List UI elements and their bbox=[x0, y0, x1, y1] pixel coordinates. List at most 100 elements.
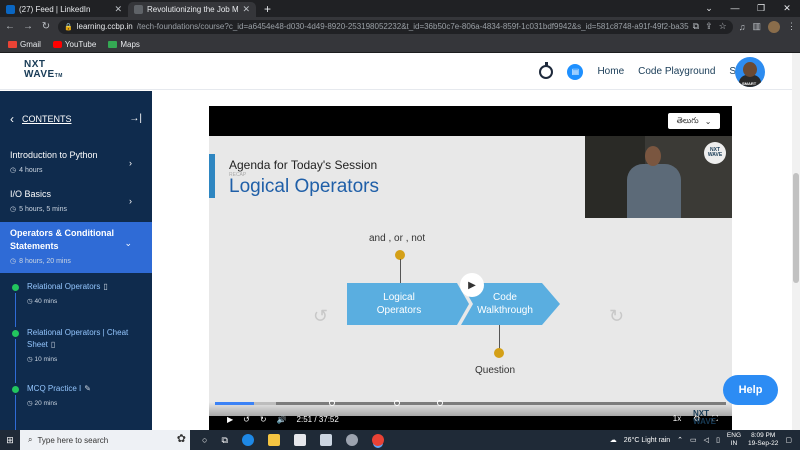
browser-tab-active[interactable]: Revolutionizing the Job Market | ✕ bbox=[128, 2, 256, 17]
mail-icon[interactable] bbox=[319, 434, 332, 446]
played-bar bbox=[215, 402, 255, 405]
store-icon[interactable] bbox=[293, 434, 306, 446]
timer-icon[interactable] bbox=[539, 61, 554, 79]
center-play-button[interactable]: ▶ bbox=[460, 273, 484, 297]
sub-item-relational-operators-cheat-sheet[interactable]: Relational Operators | Cheat Sheet ▯ ◷ 10… bbox=[0, 319, 152, 383]
windows-start-icon[interactable]: ⊞ bbox=[0, 435, 20, 446]
language-select[interactable]: తెలుగు ⌄ bbox=[668, 113, 720, 129]
taskbar-clock[interactable]: 8:09 PM 19-Sep-22 bbox=[748, 432, 778, 448]
chevron-right-icon: › bbox=[129, 158, 132, 168]
back-arrow-icon[interactable]: ← bbox=[4, 21, 16, 32]
chat-icon[interactable]: ▤ bbox=[567, 63, 584, 80]
chevron-right-icon: › bbox=[129, 196, 132, 206]
share-icon[interactable]: ⇪ bbox=[705, 21, 713, 32]
diagram-pin-bottom bbox=[494, 348, 504, 358]
close-tab-icon[interactable]: ✕ bbox=[114, 4, 122, 15]
completed-check-icon bbox=[12, 386, 19, 393]
module-operators-conditional-statements[interactable]: Operators & Conditional Statements ◷ 8 ho… bbox=[0, 222, 152, 273]
completed-check-icon bbox=[12, 284, 19, 291]
battery-icon[interactable]: ▯ bbox=[716, 436, 720, 444]
edge-icon[interactable] bbox=[241, 434, 254, 446]
forward-arrow-icon[interactable]: → bbox=[22, 21, 34, 32]
gmail-icon bbox=[8, 40, 17, 48]
volume-tray-icon[interactable]: ◁ bbox=[704, 436, 709, 444]
profile-avatar-icon[interactable] bbox=[768, 20, 780, 33]
language-indicator[interactable]: ENG IN bbox=[727, 432, 741, 448]
chapter-marker[interactable] bbox=[394, 400, 400, 406]
module-io-basics[interactable]: I/O Basics ◷ 5 hours, 5 mins › bbox=[0, 184, 152, 222]
weather-text[interactable]: 26°C Light rain bbox=[624, 437, 670, 444]
chrome-icon[interactable] bbox=[371, 434, 384, 446]
avatar[interactable]: SMART bbox=[735, 57, 765, 87]
cortana-icon[interactable]: ○ bbox=[202, 435, 207, 445]
open-in-app-icon[interactable]: ⧉ bbox=[693, 21, 699, 32]
side-panel-icon[interactable]: ▥ bbox=[752, 21, 761, 32]
close-tab-icon[interactable]: ✕ bbox=[242, 4, 250, 15]
nav-code-playground-link[interactable]: Code Playground bbox=[638, 66, 715, 77]
node-logical-operators: Logical Operators bbox=[376, 292, 422, 316]
video-player[interactable]: తెలుగు ⌄ Agenda for Today's Session RECA… bbox=[209, 106, 732, 430]
volume-icon[interactable]: 🔊 bbox=[277, 415, 287, 424]
menu-kebab-icon[interactable]: ⋮ bbox=[787, 21, 796, 32]
nav-home-link[interactable]: Home bbox=[597, 66, 624, 77]
file-explorer-icon[interactable] bbox=[267, 434, 280, 446]
maximize-button[interactable]: ❐ bbox=[748, 0, 774, 17]
bookmark-star-icon[interactable]: ☆ bbox=[719, 21, 727, 32]
video-watermark: NXT WAVE bbox=[693, 409, 716, 426]
sub-item-relational-operators[interactable]: Relational Operators ▯ ◷ 40 mins bbox=[0, 273, 152, 327]
diagram-bottom-label: Question bbox=[475, 365, 516, 376]
cam-logo: NXT WAVE bbox=[704, 142, 726, 164]
rewind-icon[interactable]: ↺ bbox=[243, 415, 250, 424]
weather-icon[interactable]: ☁ bbox=[610, 436, 617, 444]
collapse-sidebar-icon[interactable]: →| bbox=[129, 113, 142, 124]
tray-chevron-up-icon[interactable]: ⌃ bbox=[677, 436, 683, 444]
bookmark-youtube[interactable]: YouTube bbox=[52, 40, 96, 49]
close-window-button[interactable]: ✕ bbox=[774, 0, 800, 17]
nxtwave-logo[interactable]: NXT WAVETM bbox=[24, 60, 63, 81]
notifications-icon[interactable]: ▢ bbox=[785, 436, 792, 444]
browser-tab-linkedin[interactable]: (27) Feed | LinkedIn ✕ bbox=[0, 2, 128, 17]
scrollbar-thumb[interactable] bbox=[793, 173, 799, 283]
playback-speed-button[interactable]: 1x bbox=[673, 414, 681, 424]
new-tab-button[interactable]: + bbox=[256, 2, 279, 17]
help-button[interactable]: Help bbox=[723, 375, 778, 405]
clock-icon: ◷ bbox=[10, 258, 17, 265]
page-scrollbar[interactable] bbox=[792, 53, 800, 430]
video-controls: ▶ ↺ ↻ 🔊 2:51 / 37:52 1x ⚙ ⛶ bbox=[209, 400, 732, 430]
linkedin-favicon-icon bbox=[6, 5, 15, 14]
diagram-top-label: and , or , not bbox=[369, 233, 426, 244]
browser-toolbar: ← → ↻ 🔒 learning.ccbp.in/tech-foundation… bbox=[0, 17, 800, 36]
bookmark-maps[interactable]: Maps bbox=[108, 40, 140, 49]
network-icon[interactable]: ▭ bbox=[690, 436, 697, 444]
chevron-down-icon: ⌄ bbox=[124, 238, 132, 248]
chapter-marker[interactable] bbox=[437, 400, 443, 406]
video-progress-bar[interactable] bbox=[215, 400, 726, 406]
tab-title: Revolutionizing the Job Market | bbox=[147, 5, 239, 14]
media-control-icon[interactable]: ♫ bbox=[739, 22, 746, 32]
browser-tab-bar: (27) Feed | LinkedIn ✕ Revolutionizing t… bbox=[0, 0, 800, 17]
minimize-button[interactable]: — bbox=[722, 0, 748, 17]
task-view-icon[interactable]: ⧉ bbox=[221, 435, 227, 446]
book-icon: ▯ bbox=[50, 340, 56, 349]
sidebar-header: ‹ CONTENTS →| bbox=[0, 91, 152, 146]
slide-accent-bar bbox=[209, 154, 215, 198]
sub-item-mcq-practice[interactable]: MCQ Practice I ✎ ◷ 20 mins bbox=[0, 375, 152, 430]
chevron-left-icon[interactable]: ‹ bbox=[10, 112, 14, 126]
reload-icon[interactable]: ↻ bbox=[40, 21, 52, 32]
completed-check-icon bbox=[12, 330, 19, 337]
chapter-marker[interactable] bbox=[329, 400, 335, 406]
forward-icon[interactable]: ↻ bbox=[260, 415, 267, 424]
app-icon[interactable] bbox=[345, 434, 358, 446]
taskbar-search[interactable]: ⌕ Type here to search ✿ bbox=[20, 430, 190, 450]
forward-10-icon[interactable]: ↻ bbox=[609, 306, 624, 327]
sidebar-title[interactable]: CONTENTS bbox=[22, 114, 121, 124]
tab-search-icon[interactable]: ⌄ bbox=[696, 0, 722, 17]
rewind-10-icon[interactable]: ↺ bbox=[313, 306, 328, 327]
address-bar[interactable]: 🔒 learning.ccbp.in/tech-foundations/cour… bbox=[58, 19, 733, 34]
module-introduction-to-python[interactable]: Introduction to Python ◷ 4 hours › bbox=[0, 146, 152, 184]
time-display: 2:51 / 37:52 bbox=[296, 414, 339, 424]
bookmarks-bar: Gmail YouTube Maps bbox=[0, 36, 800, 53]
bookmark-gmail[interactable]: Gmail bbox=[8, 40, 41, 49]
window-controls: ⌄ — ❐ ✕ bbox=[696, 0, 800, 17]
play-icon[interactable]: ▶ bbox=[227, 415, 233, 424]
